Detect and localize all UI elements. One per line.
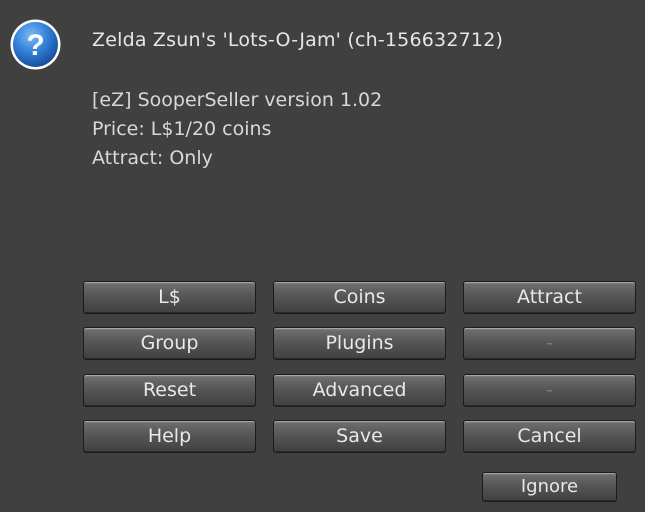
svg-text:?: ?	[26, 29, 44, 62]
reset-button[interactable]: Reset	[83, 374, 256, 407]
coins-button[interactable]: Coins	[273, 281, 446, 314]
script-dialog: ? Zelda Zsun's 'Lots-O-Jam' (ch-15663271…	[0, 0, 645, 512]
dialog-message: [eZ] SooperSeller version 1.02 Price: L$…	[92, 86, 382, 173]
blank-button-2[interactable]: -	[463, 374, 636, 407]
cancel-button[interactable]: Cancel	[463, 420, 636, 453]
advanced-button[interactable]: Advanced	[273, 374, 446, 407]
blank-button-1[interactable]: -	[463, 327, 636, 360]
plugins-button[interactable]: Plugins	[273, 327, 446, 360]
help-button[interactable]: Help	[83, 420, 256, 453]
question-mark-icon: ?	[10, 19, 61, 70]
group-button[interactable]: Group	[83, 327, 256, 360]
attract-button[interactable]: Attract	[463, 281, 636, 314]
dialog-title: Zelda Zsun's 'Lots-O-Jam' (ch-156632712)	[92, 29, 504, 51]
lindens-button[interactable]: L$	[83, 281, 256, 314]
ignore-button[interactable]: Ignore	[482, 472, 617, 502]
save-button[interactable]: Save	[273, 420, 446, 453]
message-line-price: Price: L$1/20 coins	[92, 118, 272, 140]
message-line-version: [eZ] SooperSeller version 1.02	[92, 89, 383, 111]
message-line-attract: Attract: Only	[92, 147, 213, 169]
